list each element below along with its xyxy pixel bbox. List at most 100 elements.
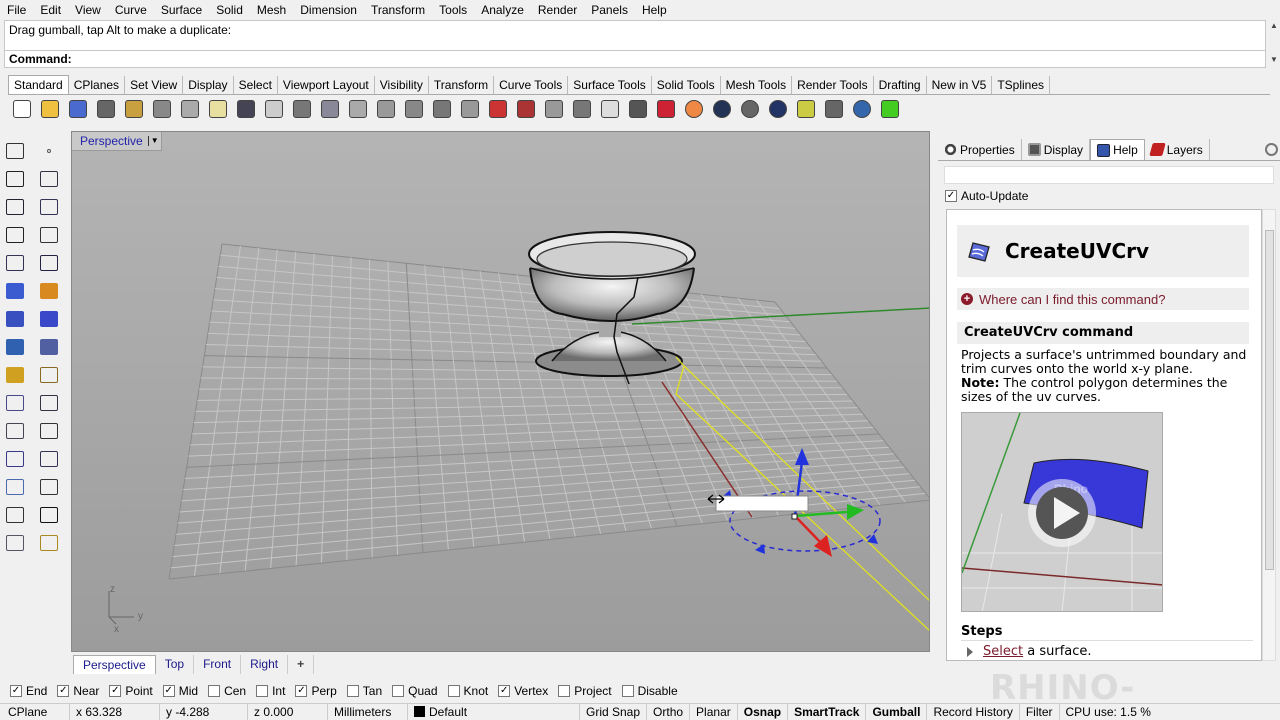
osnap-knot[interactable]: Knot: [447, 684, 488, 698]
menu-mesh[interactable]: Mesh: [250, 0, 293, 20]
print-button[interactable]: [92, 96, 120, 122]
text-tool-button[interactable]: [36, 390, 62, 416]
osnap-disable[interactable]: Disable: [621, 684, 678, 698]
help-document[interactable]: CreateUVCrv + Where can I find this comm…: [946, 209, 1262, 661]
rotate-view-button[interactable]: [288, 96, 316, 122]
status-cplane[interactable]: CPlane: [0, 703, 70, 720]
menu-tools[interactable]: Tools: [432, 0, 474, 20]
sphere-blue-button[interactable]: [764, 96, 792, 122]
video-thumbnail[interactable]: Rhino: [961, 412, 1163, 612]
menu-analyze[interactable]: Analyze: [474, 0, 531, 20]
viewport-title[interactable]: Perspective ▼: [72, 132, 162, 151]
tab-new-in-v5[interactable]: New in V5: [927, 76, 993, 94]
panel-tab-properties[interactable]: Properties: [938, 139, 1022, 160]
plugin-button[interactable]: [876, 96, 904, 122]
viewport-tab-right[interactable]: Right: [241, 654, 289, 674]
perspective-viewport[interactable]: z y x Perspective ▼: [71, 131, 930, 652]
osnap-point[interactable]: ✓ Point: [109, 684, 153, 698]
surface-tool-button[interactable]: [2, 278, 28, 304]
copy-button[interactable]: [176, 96, 204, 122]
tool-tool-button[interactable]: [2, 474, 28, 500]
osnap-int[interactable]: Int: [256, 684, 285, 698]
menu-transform[interactable]: Transform: [364, 0, 432, 20]
array-tool-button[interactable]: [36, 474, 62, 500]
tab-render-tools[interactable]: Render Tools: [792, 76, 874, 94]
boolean-tool-button[interactable]: [36, 306, 62, 332]
status-units[interactable]: Millimeters: [328, 703, 408, 720]
tab-transform[interactable]: Transform: [429, 76, 495, 94]
menu-curve[interactable]: Curve: [108, 0, 154, 20]
status-smarttrack[interactable]: SmartTrack: [788, 703, 867, 720]
render-tool-button[interactable]: [2, 530, 28, 556]
tab-viewport-layout[interactable]: Viewport Layout: [278, 76, 375, 94]
pan-button[interactable]: [260, 96, 288, 122]
select-link[interactable]: Select: [983, 644, 1023, 659]
bulb-button[interactable]: [596, 96, 624, 122]
tab-mesh-tools[interactable]: Mesh Tools: [721, 76, 793, 94]
chevron-down-icon[interactable]: ▼: [147, 136, 159, 146]
paste-button[interactable]: [204, 96, 232, 122]
new-file-button[interactable]: [8, 96, 36, 122]
arc-tool-button[interactable]: [2, 222, 28, 248]
viewport-tab-top[interactable]: Top: [156, 654, 195, 674]
options-button[interactable]: [820, 96, 848, 122]
open-file-button[interactable]: [36, 96, 64, 122]
checkbox-icon[interactable]: [208, 684, 221, 697]
curve-edit-tool-button[interactable]: [36, 250, 62, 276]
ellipse-tool-button[interactable]: [2, 250, 28, 276]
checkbox-icon[interactable]: [346, 684, 359, 697]
status-gumball[interactable]: Gumball: [866, 703, 928, 720]
light-obj-tool-button[interactable]: [36, 530, 62, 556]
checkbox-icon[interactable]: ✓: [57, 684, 70, 697]
status-layer[interactable]: Default: [408, 703, 580, 720]
osnap-end[interactable]: ✓ End: [10, 684, 47, 698]
osnap-quad[interactable]: Quad: [392, 684, 438, 698]
mesh-surface-tool-button[interactable]: [36, 334, 62, 360]
help-button[interactable]: [848, 96, 876, 122]
checkbox-icon[interactable]: ✓: [295, 684, 308, 697]
status-ortho[interactable]: Ortho: [647, 703, 691, 720]
osnap-mid[interactable]: ✓ Mid: [162, 684, 198, 698]
color-wheel-button[interactable]: [680, 96, 708, 122]
osnap-tan[interactable]: Tan: [346, 684, 382, 698]
panel-tab-layers[interactable]: Layers: [1145, 139, 1210, 160]
rotate-obj-tool-button[interactable]: [36, 194, 62, 220]
auto-update-checkbox[interactable]: ✓ Auto-Update: [945, 189, 1028, 203]
where-link[interactable]: + Where can I find this command?: [957, 288, 1249, 310]
checkbox-icon[interactable]: [558, 684, 571, 697]
move-tool-button[interactable]: [2, 502, 28, 528]
menu-surface[interactable]: Surface: [154, 0, 209, 20]
checkbox-icon[interactable]: ✓: [945, 190, 957, 202]
tab-solid-tools[interactable]: Solid Tools: [652, 76, 721, 94]
gear-icon[interactable]: [1265, 143, 1278, 156]
sphere-rendered-button[interactable]: [736, 96, 764, 122]
zoom-extents-button[interactable]: [372, 96, 400, 122]
checkbox-icon[interactable]: [392, 684, 405, 697]
menu-view[interactable]: View: [68, 0, 108, 20]
dim-tool-button[interactable]: [36, 446, 62, 472]
save-button[interactable]: [64, 96, 92, 122]
zoom-selected-button[interactable]: [400, 96, 428, 122]
status-planar[interactable]: Planar: [690, 703, 738, 720]
checkbox-icon[interactable]: [447, 684, 460, 697]
tab-drafting[interactable]: Drafting: [874, 76, 927, 94]
osnap-perp[interactable]: ✓ Perp: [295, 684, 337, 698]
status-grid-snap[interactable]: Grid Snap: [580, 703, 648, 720]
goblet-object[interactable]: [528, 231, 696, 385]
sphere-shaded-button[interactable]: [708, 96, 736, 122]
scrollbar-thumb[interactable]: [1265, 230, 1274, 570]
tab-set-view[interactable]: Set View: [125, 76, 184, 94]
status-record-history[interactable]: Record History: [927, 703, 1020, 720]
checkbox-icon[interactable]: ✓: [162, 684, 175, 697]
tab-curve-tools[interactable]: Curve Tools: [494, 76, 569, 94]
zoom-button[interactable]: [316, 96, 344, 122]
split-tool-button[interactable]: [2, 390, 28, 416]
checkbox-icon[interactable]: ✓: [10, 684, 22, 697]
tab-visibility[interactable]: Visibility: [375, 76, 429, 94]
menu-render[interactable]: Render: [531, 0, 584, 20]
add-viewport-tab-button[interactable]: +: [288, 654, 315, 674]
point-tool-button[interactable]: [36, 138, 62, 164]
osnap-near[interactable]: ✓ Near: [57, 684, 99, 698]
tab-cplanes[interactable]: CPlanes: [69, 76, 126, 94]
help-search-input[interactable]: [944, 166, 1274, 184]
